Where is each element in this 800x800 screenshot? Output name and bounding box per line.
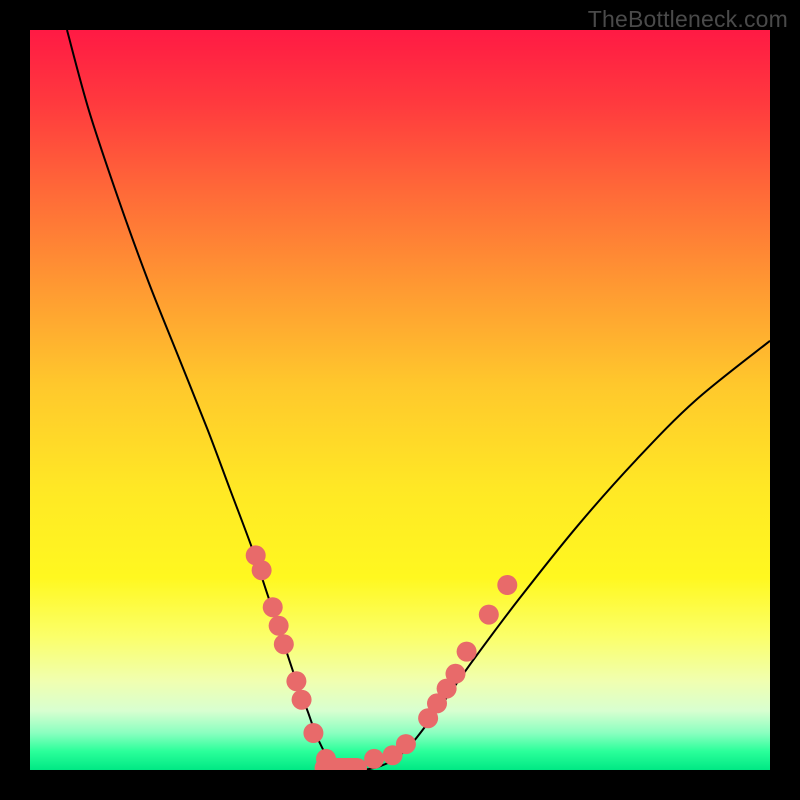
data-marker (292, 690, 312, 710)
data-marker (263, 597, 283, 617)
data-marker (252, 560, 272, 580)
markers-right-group (364, 575, 517, 769)
data-marker (286, 671, 306, 691)
data-marker (269, 616, 289, 636)
watermark-text: TheBottleneck.com (588, 6, 788, 33)
bottleneck-curve (67, 30, 770, 770)
markers-left-group (246, 545, 336, 769)
data-marker (274, 634, 294, 654)
plot-area (30, 30, 770, 770)
chart-svg (30, 30, 770, 770)
data-marker (446, 664, 466, 684)
data-marker (396, 734, 416, 754)
data-marker (316, 749, 336, 769)
data-marker (479, 605, 499, 625)
data-marker (497, 575, 517, 595)
data-marker (457, 642, 477, 662)
data-marker (303, 723, 323, 743)
data-marker (364, 749, 384, 769)
